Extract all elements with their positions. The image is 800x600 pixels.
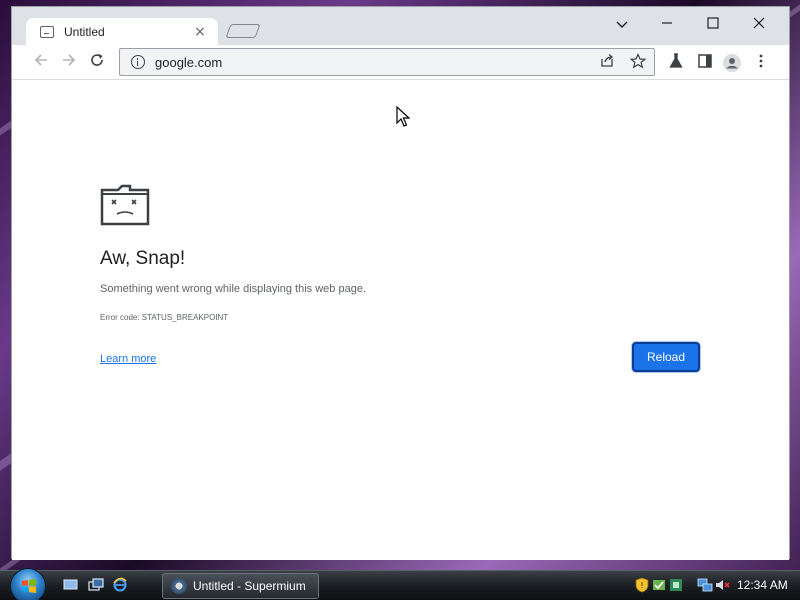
learn-more-link[interactable]: Learn more — [100, 353, 156, 365]
close-window-button[interactable] — [737, 9, 781, 39]
taskbar: Untitled - Supermium ! 12:34 AM — [0, 568, 800, 600]
internet-explorer-icon[interactable] — [111, 577, 129, 595]
browser-toolbar: google.com — [12, 45, 789, 80]
tab-search-dropdown-icon[interactable] — [600, 9, 644, 39]
volume-muted-icon[interactable] — [714, 577, 730, 593]
reload-button[interactable]: Reload — [632, 342, 700, 372]
star-icon[interactable] — [628, 53, 648, 73]
reload-icon[interactable] — [84, 50, 110, 76]
svg-text:!: ! — [640, 581, 643, 590]
sad-folder-favicon-icon — [40, 25, 54, 38]
error-title: Aw, Snap! — [100, 248, 186, 269]
browser-window: Untitled × google.com Aw, Snap! Somethin… — [11, 6, 790, 560]
supermium-icon — [171, 578, 187, 594]
mouse-cursor-icon — [396, 106, 410, 127]
network-icon[interactable] — [697, 577, 713, 593]
tab-close-icon[interactable]: × — [192, 24, 208, 40]
tab-untitled[interactable]: Untitled × — [26, 18, 218, 45]
error-page: Aw, Snap! Something went wrong while dis… — [12, 80, 789, 560]
tab-strip: Untitled × — [12, 7, 789, 45]
side-panel-icon[interactable] — [695, 53, 715, 73]
profile-icon[interactable] — [722, 53, 742, 73]
defender-icon[interactable] — [651, 577, 667, 593]
url-text[interactable]: google.com — [155, 55, 222, 70]
tab-title: Untitled — [64, 24, 105, 39]
error-code: Error code: STATUS_BREAKPOINT — [100, 313, 229, 322]
back-arrow-icon[interactable] — [28, 50, 54, 76]
minimize-button[interactable] — [645, 9, 689, 39]
taskbar-app-label: Untitled - Supermium — [193, 579, 306, 593]
start-button[interactable] — [10, 568, 46, 600]
switch-windows-icon[interactable] — [87, 577, 105, 595]
kebab-menu-icon[interactable] — [751, 53, 771, 73]
flask-icon[interactable] — [666, 53, 686, 73]
address-bar[interactable]: google.com — [119, 48, 655, 76]
taskbar-app-button[interactable]: Untitled - Supermium — [162, 573, 319, 599]
error-message: Something went wrong while displaying th… — [100, 283, 366, 295]
forward-arrow-icon[interactable] — [56, 50, 82, 76]
share-icon[interactable] — [597, 53, 617, 73]
info-icon[interactable] — [131, 55, 145, 69]
sad-folder-icon — [100, 184, 150, 226]
maximize-button[interactable] — [691, 9, 735, 39]
taskbar-clock[interactable]: 12:34 AM — [737, 578, 788, 592]
windows-flag-icon — [22, 579, 36, 593]
app-tray-icon[interactable] — [668, 577, 684, 593]
show-desktop-icon[interactable] — [62, 577, 80, 595]
security-shield-icon[interactable]: ! — [634, 577, 650, 593]
new-tab-button[interactable] — [225, 24, 261, 38]
